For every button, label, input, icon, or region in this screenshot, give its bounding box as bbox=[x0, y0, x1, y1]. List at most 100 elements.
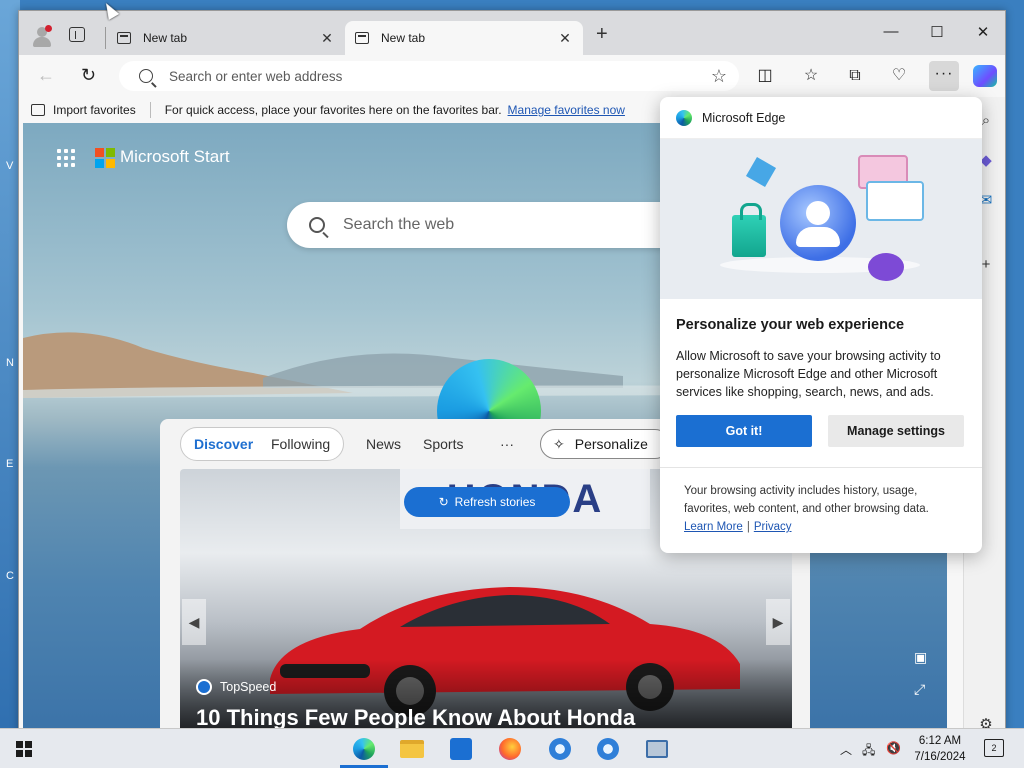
maximize-button[interactable]: ☐ bbox=[917, 23, 957, 41]
add-favorite-star-icon[interactable]: ☆ bbox=[711, 66, 727, 87]
popup-body: Allow Microsoft to save your browsing ac… bbox=[676, 349, 941, 399]
clock-date: 7/16/2024 bbox=[914, 751, 966, 763]
new-tab-page-icon bbox=[355, 32, 369, 44]
more-tabs-button[interactable]: ··· bbox=[500, 436, 514, 452]
desktop-icon-label[interactable]: E bbox=[6, 458, 13, 470]
collections-icon[interactable]: ⧉ bbox=[845, 67, 865, 85]
taskbar-app-icon[interactable] bbox=[546, 735, 574, 763]
import-favorites-button[interactable]: Import favorites bbox=[53, 103, 136, 117]
show-hidden-icons-chevron-icon[interactable]: ︿ bbox=[840, 741, 852, 758]
favorites-bar-hint: For quick access, place your favorites h… bbox=[164, 103, 502, 117]
divider bbox=[105, 27, 106, 49]
network-icon[interactable]: 🖧 bbox=[862, 741, 875, 762]
profile-icon-body bbox=[33, 37, 51, 47]
search-icon bbox=[139, 69, 153, 83]
shopping-bag-illustration bbox=[732, 203, 766, 257]
cube-illustration bbox=[745, 156, 777, 188]
microsoft-logo-icon bbox=[95, 148, 115, 168]
source-logo-icon bbox=[196, 679, 212, 695]
profile-button[interactable] bbox=[31, 25, 53, 47]
taskbar-firefox-icon[interactable] bbox=[496, 735, 524, 763]
back-arrow-icon[interactable]: ← bbox=[37, 65, 55, 86]
split-screen-icon[interactable]: ◫ bbox=[755, 67, 775, 85]
microsoft-start-brand[interactable]: Microsoft Start bbox=[120, 147, 230, 167]
personalization-popup: Microsoft Edge Personalize your web expe… bbox=[660, 97, 982, 553]
tab-following[interactable]: Following bbox=[271, 436, 330, 452]
taskbar-store-icon[interactable] bbox=[447, 735, 475, 763]
popup-buttons: Got it! Manage settings bbox=[676, 415, 964, 447]
learn-more-link[interactable]: Learn More bbox=[684, 521, 743, 533]
volume-muted-icon[interactable]: 🔇 bbox=[886, 741, 901, 755]
import-folder-icon bbox=[31, 104, 45, 116]
refresh-icon: ↻ bbox=[438, 495, 449, 509]
tab-new-tab-1[interactable]: New tab ✕ bbox=[107, 21, 345, 55]
link-separator: | bbox=[746, 521, 750, 533]
copilot-icon[interactable] bbox=[973, 65, 997, 87]
close-tab-icon[interactable]: ✕ bbox=[319, 30, 335, 47]
background-image-icon[interactable]: ▣ bbox=[914, 649, 927, 666]
browser-window: New tab ✕ New tab ✕ + — ☐ ✕ ← ↻ Search o… bbox=[18, 10, 1006, 738]
tab-sports[interactable]: Sports bbox=[423, 436, 463, 452]
manage-favorites-link[interactable]: Manage favorites now bbox=[508, 103, 625, 117]
got-it-button[interactable]: Got it! bbox=[676, 415, 812, 447]
edge-logo-icon bbox=[676, 109, 692, 126]
apps-grid-icon[interactable] bbox=[57, 149, 75, 167]
browser-essentials-heart-icon[interactable]: ♡ bbox=[889, 67, 909, 85]
close-tab-icon[interactable]: ✕ bbox=[557, 30, 573, 47]
notifications-icon[interactable]: 2 bbox=[984, 739, 1004, 757]
desktop-icon-label[interactable]: V bbox=[6, 160, 13, 172]
popup-header: Microsoft Edge bbox=[660, 97, 982, 139]
privacy-link[interactable]: Privacy bbox=[754, 521, 792, 533]
settings-and-more-button[interactable]: ··· bbox=[929, 61, 959, 91]
address-bar[interactable]: Search or enter web address ☆ bbox=[119, 61, 739, 91]
source-name: TopSpeed bbox=[220, 680, 277, 694]
refresh-icon[interactable]: ↻ bbox=[81, 65, 96, 86]
taskbar-edge-icon[interactable] bbox=[350, 735, 378, 763]
search-icon bbox=[309, 217, 325, 233]
tab-new-tab-2[interactable]: New tab ✕ bbox=[345, 21, 583, 55]
new-tab-page-icon bbox=[117, 32, 131, 44]
minimize-button[interactable]: — bbox=[871, 23, 911, 40]
start-button-windows-icon[interactable] bbox=[16, 741, 32, 757]
refresh-stories-button[interactable]: ↻ Refresh stories bbox=[404, 487, 570, 517]
refresh-stories-label: Refresh stories bbox=[454, 495, 536, 509]
tab-strip: New tab ✕ New tab ✕ + — ☐ ✕ bbox=[19, 11, 1005, 55]
popup-title: Personalize your web experience bbox=[676, 317, 905, 333]
expand-icon[interactable]: ⤢ bbox=[914, 681, 925, 698]
new-tab-plus-icon[interactable]: + bbox=[596, 24, 608, 44]
notification-dot bbox=[45, 25, 52, 32]
favorites-icon[interactable]: ☆ bbox=[801, 67, 821, 85]
chart-card-illustration bbox=[866, 181, 924, 221]
tab-news[interactable]: News bbox=[366, 436, 401, 452]
tab-title: New tab bbox=[381, 31, 426, 45]
piggy-bank-illustration bbox=[868, 253, 904, 281]
next-story-arrow-icon[interactable]: ▶ bbox=[766, 599, 790, 645]
clock-time: 6:12 AM bbox=[918, 735, 962, 747]
person-avatar-illustration bbox=[780, 185, 856, 261]
web-search-input[interactable]: Search the web bbox=[343, 216, 454, 234]
tab-actions-icon[interactable] bbox=[69, 27, 85, 42]
personalize-icon: ✧ bbox=[553, 435, 565, 452]
taskbar-remote-desktop-icon[interactable] bbox=[643, 735, 671, 763]
system-clock[interactable]: 6:12 AM 7/16/2024 bbox=[900, 733, 980, 765]
taskbar-file-explorer-icon[interactable] bbox=[398, 735, 426, 763]
manage-settings-button[interactable]: Manage settings bbox=[828, 415, 964, 447]
popup-illustration bbox=[660, 139, 982, 299]
personalize-label: Personalize bbox=[574, 436, 648, 452]
address-input[interactable]: Search or enter web address bbox=[169, 69, 711, 84]
taskbar-app-icon[interactable] bbox=[594, 735, 622, 763]
taskbar: ︿ 🖧 🔇 6:12 AM 7/16/2024 2 bbox=[0, 728, 1024, 768]
story-source: TopSpeed bbox=[196, 679, 276, 695]
close-window-button[interactable]: ✕ bbox=[963, 23, 1003, 41]
popup-footer: Your browsing activity includes history,… bbox=[660, 467, 982, 536]
divider bbox=[149, 102, 151, 118]
previous-story-arrow-icon[interactable]: ◀ bbox=[182, 599, 206, 645]
navigation-toolbar: ← ↻ Search or enter web address ☆ ◫ ☆ ⧉ … bbox=[19, 55, 1005, 97]
personalize-button[interactable]: ✧ Personalize bbox=[540, 429, 670, 459]
popup-brand: Microsoft Edge bbox=[702, 110, 786, 125]
tab-title: New tab bbox=[143, 31, 188, 45]
desktop-icon-label[interactable]: C bbox=[6, 570, 14, 582]
tab-discover[interactable]: Discover bbox=[194, 436, 253, 452]
popup-footer-text: Your browsing activity includes history,… bbox=[684, 485, 929, 515]
desktop-icon-label[interactable]: N bbox=[6, 357, 14, 369]
